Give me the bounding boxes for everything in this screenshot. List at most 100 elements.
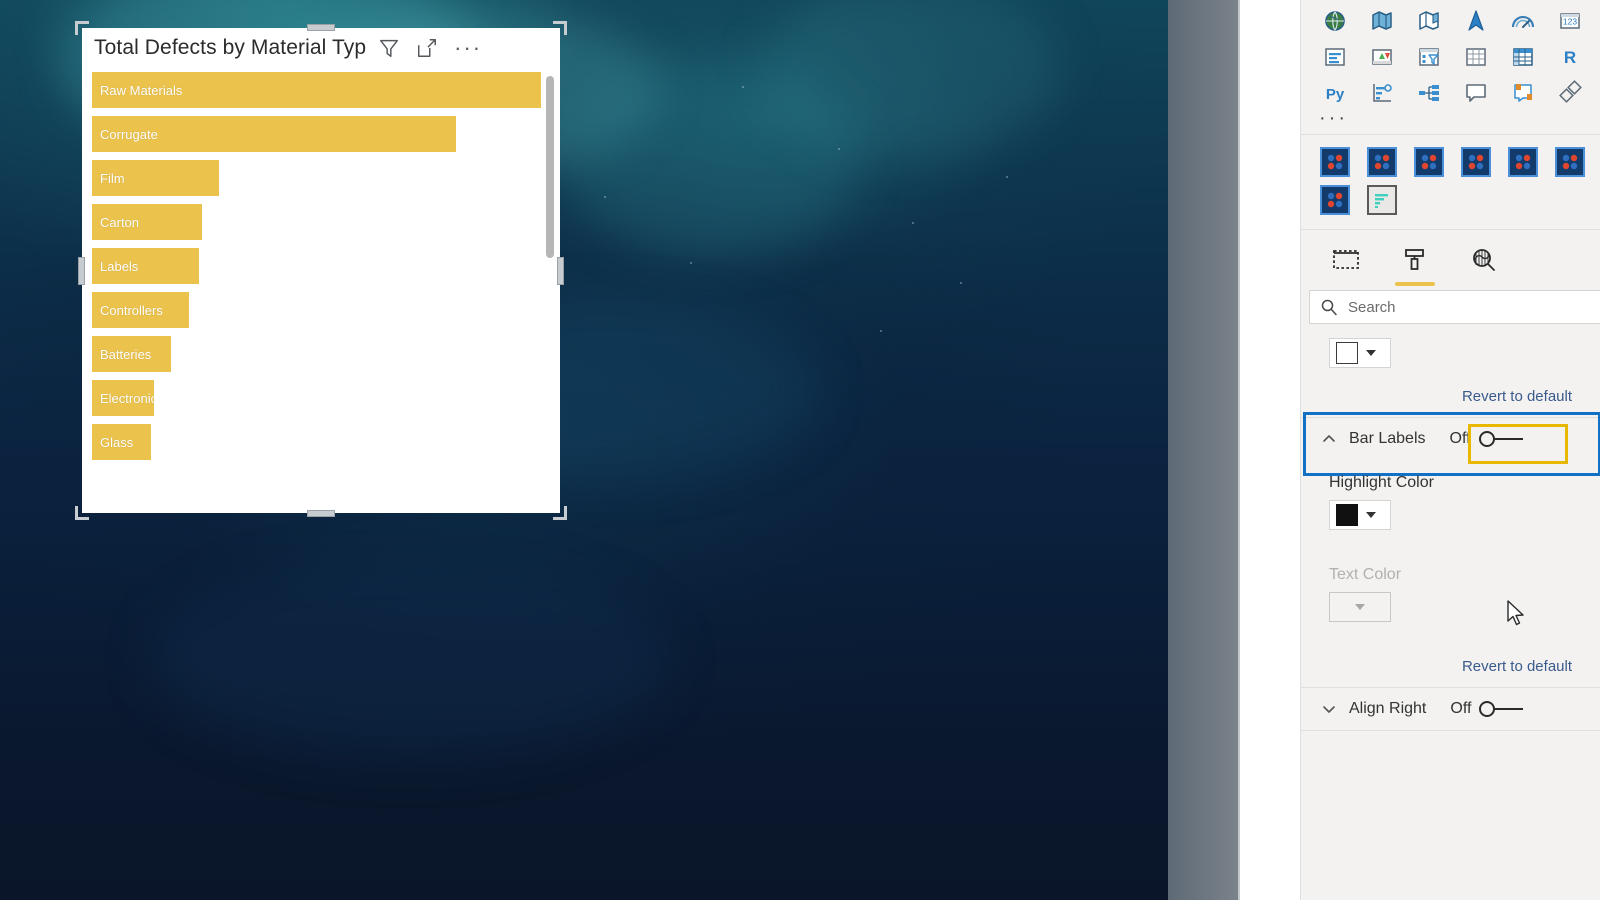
- chart-bar[interactable]: Film: [92, 160, 220, 196]
- bar-chart-visual[interactable]: Total Defects by Material Typ ··· Raw Ma…: [75, 21, 567, 520]
- custom-visual-icon[interactable]: [1320, 147, 1351, 177]
- text-color-picker[interactable]: [1329, 592, 1391, 622]
- table-icon[interactable]: [1461, 42, 1491, 72]
- fields-tab[interactable]: [1331, 247, 1361, 286]
- canvas-edge-strip: [1168, 0, 1240, 900]
- switch-knob: [1479, 701, 1496, 717]
- top-color-control-row: [1301, 324, 1600, 382]
- paginated-report-icon[interactable]: [1555, 78, 1585, 108]
- format-search-wrap: Search: [1301, 286, 1600, 324]
- chart-bar-label: Corrugate: [100, 126, 158, 142]
- decomposition-tree-icon[interactable]: [1414, 78, 1444, 108]
- chart-bar-row[interactable]: Film: [92, 156, 546, 200]
- selected-bar-chart-visual-icon[interactable]: [1367, 185, 1398, 215]
- chart-bar[interactable]: Corrugate: [92, 116, 457, 152]
- custom-visual-icon[interactable]: [1414, 147, 1445, 177]
- text-color-control: [1301, 592, 1600, 622]
- section-separator: [1301, 730, 1600, 731]
- q-and-a-icon[interactable]: [1461, 78, 1491, 108]
- chart-bar[interactable]: Carton: [92, 204, 202, 240]
- chart-bar-row[interactable]: Corrugate: [92, 112, 546, 156]
- chart-bar[interactable]: Electronics: [92, 380, 154, 416]
- visual-vertical-scrollbar[interactable]: [546, 76, 554, 468]
- screen-root: Total Defects by Material Typ ··· Raw Ma…: [0, 0, 1600, 900]
- format-section-top: Revert to default: [1301, 324, 1600, 417]
- align-right-row[interactable]: Align Right Off: [1301, 688, 1600, 730]
- chevron-up-icon[interactable]: [1321, 431, 1337, 447]
- custom-visuals-divider: [1301, 229, 1600, 230]
- top-color-picker[interactable]: [1329, 338, 1391, 368]
- align-right-toggle[interactable]: Off: [1450, 700, 1525, 718]
- chart-bar-row[interactable]: Glass: [92, 420, 546, 464]
- r-script-visual-icon[interactable]: R: [1555, 42, 1585, 72]
- report-canvas-wallpaper: Total Defects by Material Typ ··· Raw Ma…: [0, 0, 1168, 900]
- chart-bar-row[interactable]: Controllers: [92, 288, 546, 332]
- chart-bar[interactable]: Glass: [92, 424, 151, 460]
- more-visuals-icon[interactable]: ···: [1315, 108, 1590, 130]
- card-number-icon[interactable]: 123: [1555, 6, 1585, 36]
- resize-handle-right[interactable]: [557, 256, 564, 285]
- chart-bar-row[interactable]: Labels: [92, 244, 546, 288]
- resize-handle-bottom-right[interactable]: [553, 506, 567, 520]
- multi-row-card-icon[interactable]: [1320, 42, 1350, 72]
- bar-labels-switch[interactable]: [1478, 431, 1525, 447]
- bar-labels-row[interactable]: Bar Labels Off: [1301, 418, 1600, 460]
- chart-bar-row[interactable]: Raw Materials: [92, 68, 546, 112]
- bar-labels-section: Bar Labels Off: [1301, 412, 1600, 476]
- custom-visual-icon[interactable]: [1320, 185, 1351, 215]
- mouse-pointer-icon: [1507, 600, 1524, 626]
- smart-narrative-icon[interactable]: [1508, 78, 1538, 108]
- key-influencers-icon[interactable]: [1367, 78, 1397, 108]
- custom-visual-icon[interactable]: [1507, 147, 1538, 177]
- kpi-icon[interactable]: [1367, 42, 1397, 72]
- chart-bar[interactable]: Controllers: [92, 292, 190, 328]
- magnifier-chart-icon: [1473, 249, 1495, 271]
- resize-handle-top-left[interactable]: [75, 21, 89, 35]
- highlight-color-section: Highlight Color: [1301, 460, 1600, 530]
- python-visual-icon[interactable]: Py: [1320, 78, 1350, 108]
- resize-handle-left[interactable]: [78, 256, 85, 285]
- resize-handle-bottom-left[interactable]: [75, 506, 89, 520]
- arcgis-map-icon[interactable]: [1461, 6, 1491, 36]
- custom-visual-icon[interactable]: [1460, 147, 1491, 177]
- more-options-icon[interactable]: ···: [454, 37, 482, 59]
- format-tab[interactable]: [1395, 247, 1435, 286]
- chart-plot-area: Raw Materials Corrugate Film Carton Labels Co…: [82, 68, 560, 508]
- visual-type-icon-grid: 123 R Py: [1315, 6, 1590, 108]
- focus-mode-icon[interactable]: [416, 37, 438, 59]
- chart-bar[interactable]: Batteries: [92, 336, 172, 372]
- slicer-icon[interactable]: [1414, 42, 1444, 72]
- highlight-color-picker[interactable]: [1329, 500, 1391, 530]
- switch-track: [1492, 438, 1523, 440]
- chart-bar[interactable]: Raw Materials: [92, 72, 542, 108]
- wallpaper-wisp: [560, 60, 860, 260]
- chart-bar-row[interactable]: Batteries: [92, 332, 546, 376]
- gauge-icon[interactable]: [1508, 6, 1538, 36]
- shape-map-icon[interactable]: [1414, 6, 1444, 36]
- search-input[interactable]: Search: [1309, 290, 1600, 324]
- bar-labels-toggle-state: Off: [1449, 430, 1471, 447]
- chart-bar-row[interactable]: Carton: [92, 200, 546, 244]
- scrollbar-thumb[interactable]: [546, 76, 554, 258]
- custom-visual-icon[interactable]: [1367, 147, 1398, 177]
- resize-handle-top-right[interactable]: [553, 21, 567, 35]
- chart-bar-row[interactable]: Electronics: [92, 376, 546, 420]
- chart-bar-label: Batteries: [100, 346, 152, 362]
- resize-handle-top[interactable]: [307, 24, 335, 31]
- revert-to-default-top[interactable]: Revert to default: [1301, 382, 1600, 417]
- switch-track: [1493, 708, 1524, 710]
- analytics-tab[interactable]: [1469, 247, 1497, 286]
- globe-map-icon[interactable]: [1320, 6, 1350, 36]
- chevron-down-icon[interactable]: [1321, 701, 1337, 717]
- color-swatch: [1336, 342, 1358, 364]
- filled-map-icon[interactable]: [1367, 6, 1397, 36]
- custom-visual-icon[interactable]: [1554, 147, 1585, 177]
- align-right-toggle-state: Off: [1450, 700, 1472, 717]
- align-right-switch[interactable]: [1479, 701, 1525, 717]
- resize-handle-bottom[interactable]: [307, 510, 335, 517]
- matrix-icon[interactable]: [1508, 42, 1538, 72]
- filter-icon[interactable]: [378, 37, 400, 59]
- chart-bar[interactable]: Labels: [92, 248, 199, 284]
- revert-to-default-bar-labels[interactable]: Revert to default: [1301, 622, 1600, 687]
- bar-labels-toggle[interactable]: Off: [1450, 430, 1525, 448]
